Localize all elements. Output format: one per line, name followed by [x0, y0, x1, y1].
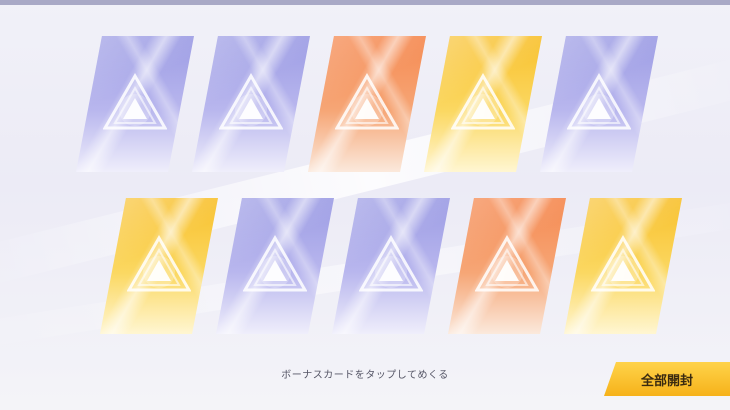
triangle-emblem-icon — [219, 72, 283, 130]
triangle-emblem-icon — [451, 72, 515, 130]
bonus-card[interactable] — [216, 198, 334, 334]
open-all-label: 全部開封 — [640, 373, 693, 389]
bonus-card[interactable] — [564, 198, 682, 334]
bonus-card[interactable] — [540, 36, 658, 172]
bonus-card[interactable] — [448, 198, 566, 334]
triangle-emblem-icon — [127, 234, 191, 292]
triangle-emblem-icon — [475, 234, 539, 292]
bonus-card[interactable] — [192, 36, 310, 172]
triangle-emblem-icon — [243, 234, 307, 292]
triangle-emblem-icon — [103, 72, 167, 130]
open-all-button[interactable]: 全部開封 — [604, 362, 730, 396]
bonus-card[interactable] — [76, 36, 194, 172]
bonus-card[interactable] — [332, 198, 450, 334]
bonus-card[interactable] — [100, 198, 218, 334]
triangle-emblem-icon — [335, 72, 399, 130]
triangle-emblem-icon — [567, 72, 631, 130]
triangle-emblem-icon — [591, 234, 655, 292]
triangle-emblem-icon — [359, 234, 423, 292]
bonus-card[interactable] — [308, 36, 426, 172]
card-grid — [0, 0, 730, 410]
bonus-card[interactable] — [424, 36, 542, 172]
